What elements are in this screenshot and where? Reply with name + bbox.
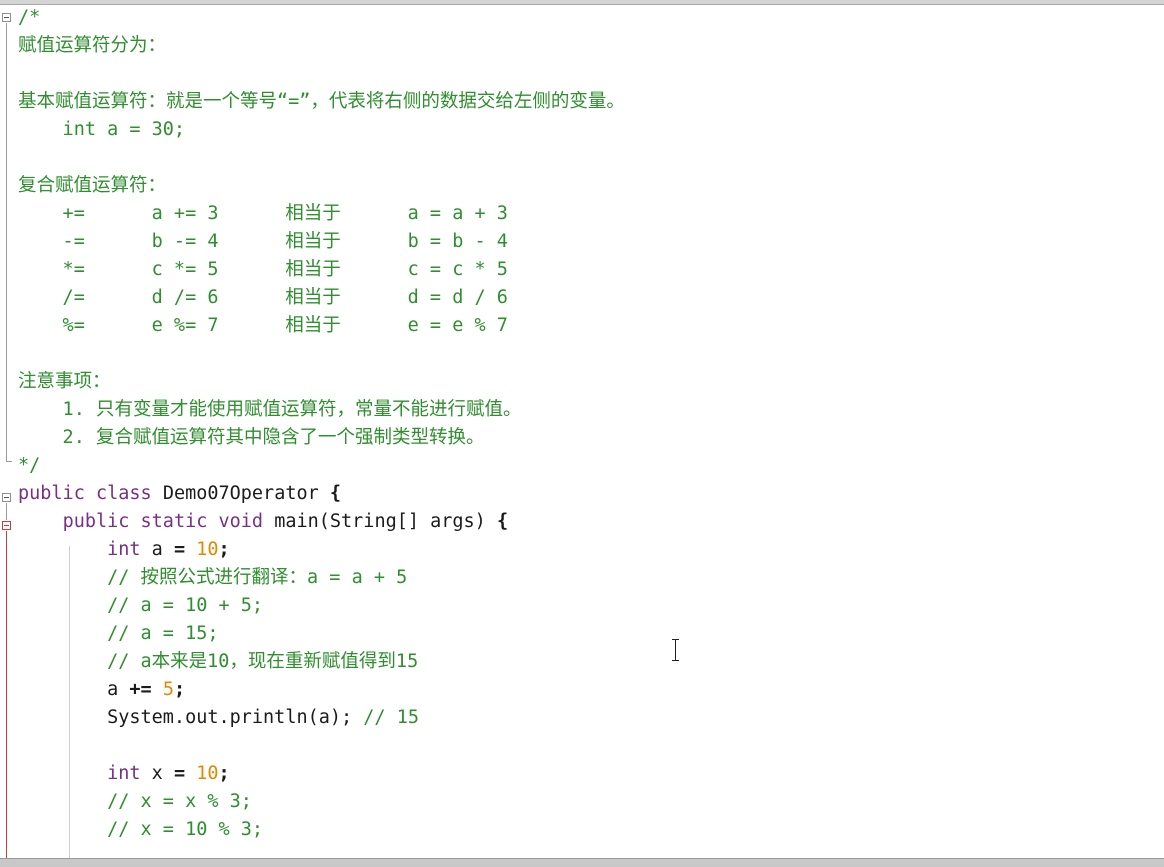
code-line: += a += 3 相当于 a = a + 3 (18, 203, 508, 224)
semicolon-token: ; (218, 763, 230, 784)
code-line: /* (18, 7, 41, 28)
keyword-token: public (18, 483, 85, 504)
code-line: // x = x % 3; (18, 791, 252, 812)
class-name-token: Demo07Operator (162, 483, 319, 504)
variable-token: x (151, 763, 163, 784)
code-line: // a = 15; (18, 623, 219, 644)
fold-guide-line (6, 531, 7, 858)
keyword-token: static (140, 511, 208, 532)
statement-token: System.out.println(a); (107, 707, 353, 728)
operator-token: = (173, 539, 186, 560)
keyword-token: public (62, 511, 130, 532)
code-line: 2. 复合赋值运算符其中隐含了一个强制类型转换。 (18, 427, 485, 448)
operator-token: = (173, 763, 186, 784)
operator-token: += (129, 679, 152, 700)
code-line: %= e %= 7 相当于 e = e % 7 (18, 315, 508, 336)
fold-collapse-icon[interactable] (2, 493, 11, 502)
fold-guide-line (6, 503, 7, 520)
keyword-token: int (107, 763, 141, 784)
keyword-token: int (107, 539, 141, 560)
code-line: /= d /= 6 相当于 d = d / 6 (18, 287, 508, 308)
code-line-method-decl: public static void main(String[] args) { (18, 508, 1164, 536)
fold-gutter (0, 4, 14, 858)
code-line: 复合赋值运算符： (18, 175, 167, 196)
semicolon-token: ; (218, 539, 230, 560)
code-line: *= c *= 5 相当于 c = c * 5 (18, 259, 508, 280)
code-line: 注意事项： (18, 371, 111, 392)
keyword-token: void (218, 511, 264, 532)
brace-token: { (496, 511, 509, 532)
code-lines: /* 赋值运算符分为： 基本赋值运算符：就是一个等号“=”，代表将右侧的数据交给… (18, 4, 1164, 844)
code-editor[interactable]: /* 赋值运算符分为： 基本赋值运算符：就是一个等号“=”，代表将右侧的数据交给… (0, 4, 1164, 858)
text-cursor-icon (671, 638, 681, 662)
variable-token: a (151, 539, 163, 560)
code-line: // a = 10 + 5; (18, 595, 264, 616)
code-line: */ (18, 455, 41, 476)
code-line: -= b -= 4 相当于 b = b - 4 (18, 231, 508, 252)
semicolon-token: ; (173, 679, 186, 700)
number-token: 10 (196, 539, 219, 560)
fold-collapse-icon[interactable] (2, 521, 11, 530)
comment-token: // 15 (363, 707, 419, 728)
code-line-class-decl: public class Demo07Operator { (18, 480, 1164, 508)
code-line: // x = 10 % 3; (18, 819, 264, 840)
code-line: 赋值运算符分为： (18, 35, 167, 56)
code-line: // 按照公式进行翻译：a = a + 5 (18, 567, 408, 588)
code-line: 基本赋值运算符：就是一个等号“=”，代表将右侧的数据交给左侧的变量。 (18, 91, 625, 112)
brace-token: { (329, 483, 342, 504)
code-line-plus-assign: a += 5; (18, 676, 1164, 704)
fold-guide-line (6, 23, 7, 461)
code-line-println: System.out.println(a); // 15 (18, 704, 1164, 732)
code-line: int a = 30; (18, 119, 186, 140)
code-line: 1. 只有变量才能使用赋值运算符，常量不能进行赋值。 (18, 399, 522, 420)
number-token: 10 (196, 763, 219, 784)
code-line-int-x: int x = 10; (18, 760, 1164, 788)
code-line-int-a: int a = 10; (18, 536, 1164, 564)
variable-token: a (107, 679, 119, 700)
method-signature-token: main(String[] args) (274, 511, 486, 532)
number-token: 5 (162, 679, 174, 700)
keyword-token: class (95, 483, 152, 504)
fold-end-marker (6, 461, 12, 462)
code-line: // a本来是10，现在重新赋值得到15 (18, 651, 419, 672)
fold-collapse-icon[interactable] (2, 13, 11, 22)
